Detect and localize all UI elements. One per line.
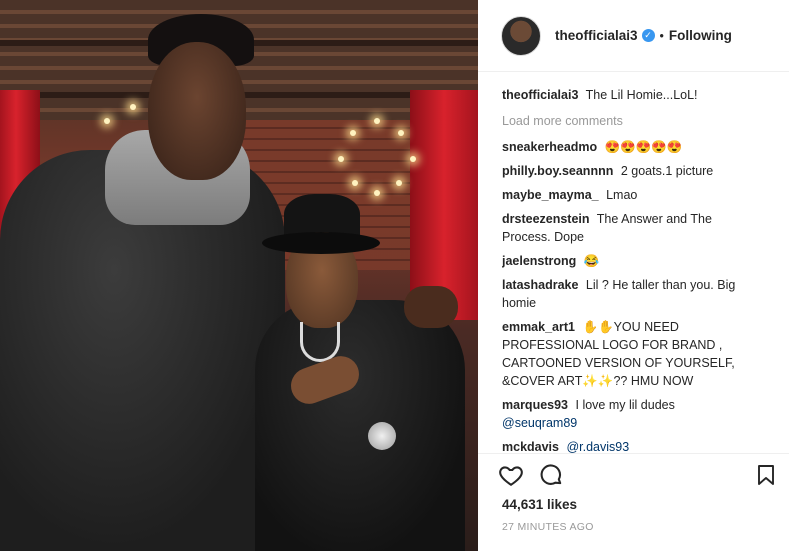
comment-username[interactable]: mckdavis: [502, 440, 559, 453]
comment-mention[interactable]: @r.davis93: [566, 440, 629, 453]
shoulder-hand: [404, 286, 458, 328]
caption-username[interactable]: theofficialai3: [502, 88, 578, 102]
post-side-panel: theofficialai3 ✓ • Following theofficial…: [478, 0, 789, 551]
comment-text: I love my lil dudes: [575, 398, 675, 412]
comment-username[interactable]: maybe_mayma_: [502, 188, 599, 202]
comment-text: 2 goats.1 picture: [620, 164, 714, 178]
heart-icon[interactable]: [498, 462, 526, 490]
post-actions-section: 44,631 likes 27 MINUTES AGO: [478, 453, 789, 551]
ceiling-light: [104, 118, 110, 124]
comment-item: jaelenstrong 😂: [502, 252, 742, 270]
comment-item: maybe_mayma_ Lmao: [502, 186, 742, 204]
chandelier: [338, 118, 418, 198]
avatar[interactable]: [501, 15, 541, 56]
comment-item: marques93 I love my lil dudes @seuqram89: [502, 396, 742, 432]
verified-badge-icon: ✓: [641, 29, 655, 42]
comment-item: sneakerheadmo 😍😍😍😍😍: [502, 138, 742, 156]
comment-text: Lmao: [606, 188, 638, 202]
comment-username[interactable]: emmak_art1: [502, 320, 575, 334]
following-button[interactable]: Following: [669, 28, 732, 43]
comment-username[interactable]: drsteezenstein: [502, 212, 590, 226]
comment-mention[interactable]: @seuqram89: [502, 416, 577, 430]
comment-username[interactable]: philly.boy.seannnn: [502, 164, 613, 178]
comment-username[interactable]: latashadrake: [502, 278, 578, 292]
comment-text: 😂: [583, 254, 600, 268]
comment-item: emmak_art1 ✋✋YOU NEED PROFESSIONAL LOGO …: [502, 318, 742, 390]
header-separator: •: [659, 28, 664, 43]
like-count[interactable]: 44,631 likes: [502, 497, 577, 512]
ceiling-light: [130, 104, 136, 110]
fedora-brim: [262, 232, 380, 254]
header-username[interactable]: theofficialai3: [555, 28, 638, 43]
comment-icon[interactable]: [538, 462, 566, 490]
post-header: theofficialai3 ✓ • Following: [478, 0, 789, 72]
comment-username[interactable]: jaelenstrong: [502, 254, 576, 268]
comment-username[interactable]: marques93: [502, 398, 568, 412]
post-caption: theofficialai3 The Lil Homie...LoL!: [502, 86, 742, 104]
post-photo[interactable]: [0, 0, 478, 551]
comment-item: drsteezenstein The Answer and The Proces…: [502, 210, 742, 246]
comment-item: philly.boy.seannnn 2 goats.1 picture: [502, 162, 742, 180]
person-short-body: [255, 300, 465, 551]
load-more-comments-button[interactable]: Load more comments: [502, 112, 742, 130]
comment-text: 😍😍😍😍😍: [604, 140, 683, 154]
bookmark-icon[interactable]: [754, 462, 782, 490]
comment-username[interactable]: sneakerheadmo: [502, 140, 597, 154]
comments-list[interactable]: theofficialai3 The Lil Homie...LoL! Load…: [502, 86, 742, 453]
comment-item: mckdavis @r.davis93: [502, 438, 742, 453]
action-buttons: [498, 462, 778, 492]
comment-item: latashadrake Lil ? He taller than you. B…: [502, 276, 742, 312]
chain-necklace: [300, 322, 340, 362]
person-tall-head: [148, 42, 246, 180]
post-timestamp[interactable]: 27 MINUTES AGO: [502, 521, 594, 533]
wristwatch: [368, 422, 396, 450]
caption-text: The Lil Homie...LoL!: [585, 88, 698, 102]
